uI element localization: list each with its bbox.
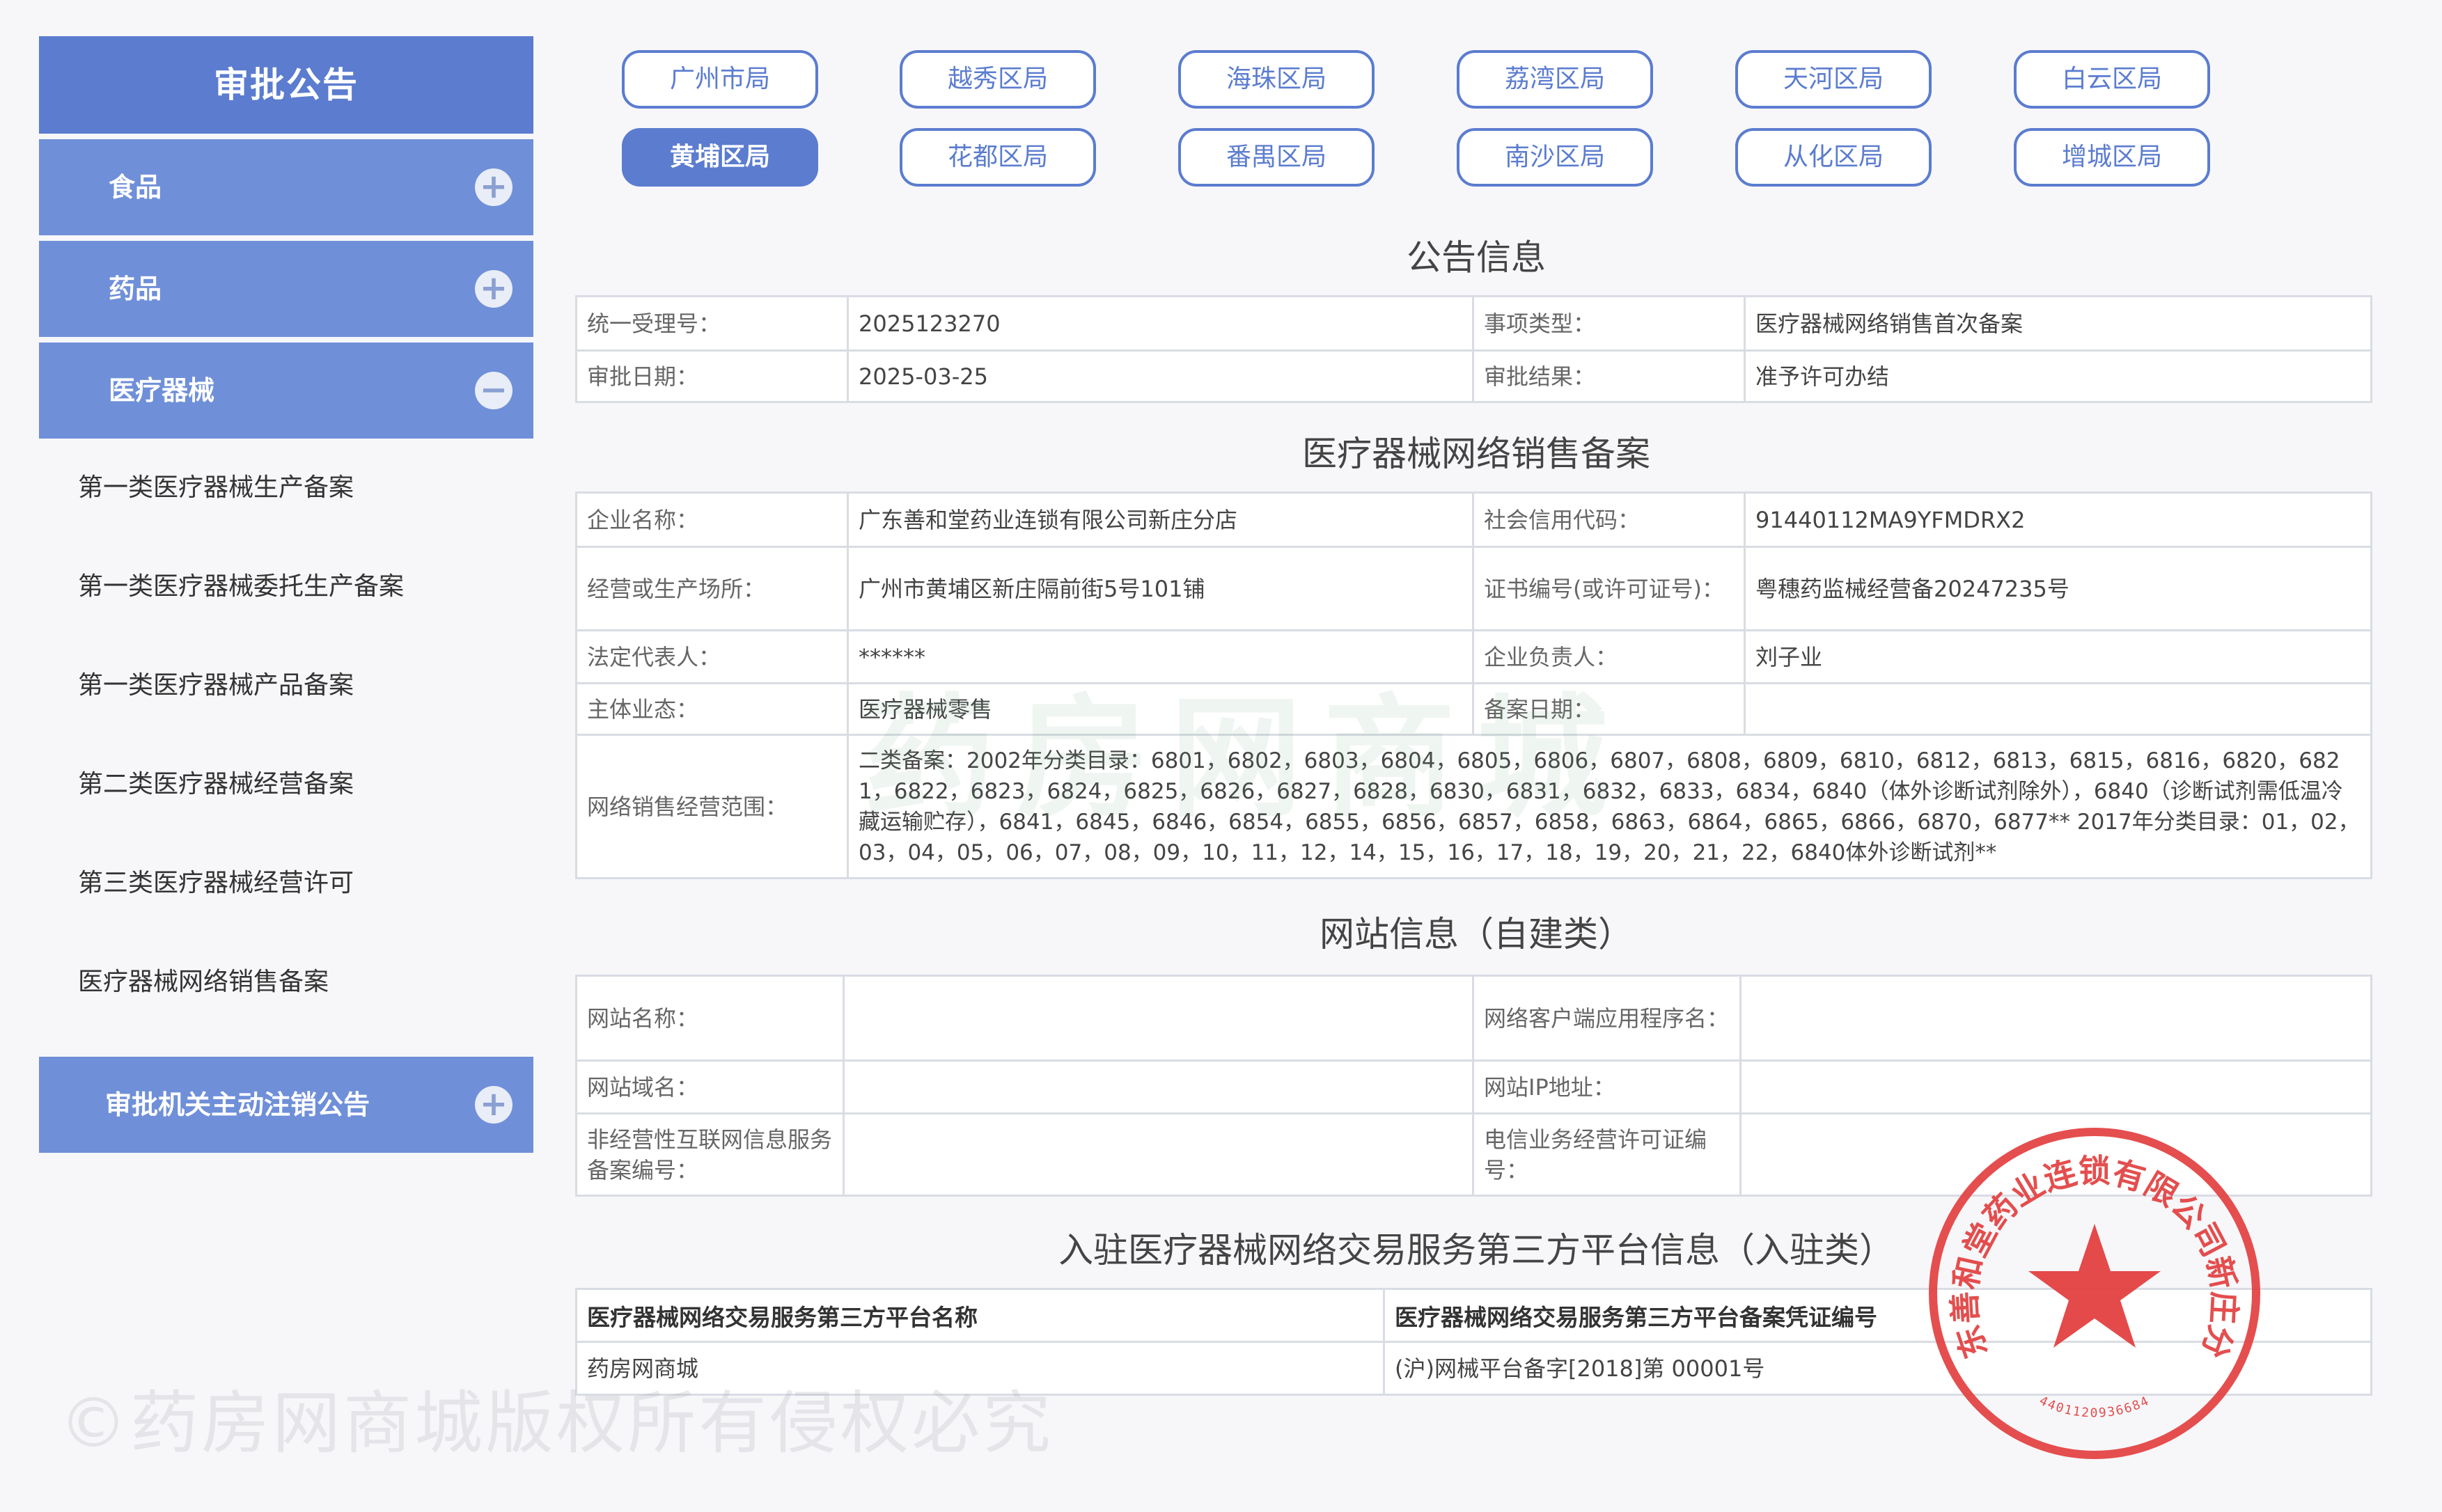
announcement-table: 统一受理号： 2025123270 事项类型： 医疗器械网络销售首次备案 审批日…	[575, 295, 2372, 403]
region-button-tianhe[interactable]: 天河区局	[1735, 50, 1932, 109]
value-approval-date: 2025-03-25	[847, 349, 1474, 403]
label-cert-no: 证书编号(或许可证号)：	[1472, 546, 1746, 631]
label-site-domain: 网站域名：	[575, 1060, 845, 1115]
expand-plus-icon[interactable]: +	[475, 1086, 512, 1124]
sidebar-category-label: 医疗器械	[109, 375, 215, 406]
value-site-name	[843, 975, 1474, 1062]
sidebar-category-medical-device[interactable]: 医疗器械 −	[39, 342, 533, 439]
label-approval-date: 审批日期：	[575, 349, 849, 403]
svg-text:4401120936684: 4401120936684	[2037, 1394, 2152, 1421]
label-telecom-license: 电信业务经营许可证编号：	[1472, 1112, 1742, 1197]
label-item-type: 事项类型：	[1472, 295, 1746, 352]
sidebar-subitem-class1-entrusted[interactable]: 第一类医疗器械委托生产备案	[39, 537, 533, 636]
label-accept-no: 统一受理号：	[575, 295, 849, 352]
label-site-ip: 网站IP地址：	[1472, 1060, 1742, 1115]
region-button-panyu[interactable]: 番禺区局	[1178, 128, 1375, 187]
value-item-type: 医疗器械网络销售首次备案	[1744, 295, 2372, 352]
sidebar-category-label: 食品	[109, 172, 162, 203]
region-button-nansha[interactable]: 南沙区局	[1457, 128, 1653, 187]
value-site-domain	[843, 1060, 1474, 1115]
value-approval-result: 准予许可办结	[1744, 349, 2372, 403]
label-icp-no: 非经营性互联网信息服务备案编号：	[575, 1112, 845, 1197]
section-title-website: 网站信息（自建类）	[1320, 914, 1633, 954]
sidebar-category-drug[interactable]: 药品 +	[39, 241, 533, 337]
header-platform-name: 医疗器械网络交易服务第三方平台名称	[575, 1288, 1385, 1343]
label-legal-rep: 法定代表人：	[575, 629, 849, 684]
region-button-zengcheng[interactable]: 增城区局	[2014, 128, 2210, 187]
region-button-guangzhou[interactable]: 广州市局	[622, 50, 818, 109]
value-company: 广东善和堂药业连锁有限公司新庄分店	[847, 491, 1474, 548]
sidebar-subitem-class1-product[interactable]: 第一类医疗器械产品备案	[39, 636, 533, 735]
label-sales-scope: 网络销售经营范围：	[575, 734, 849, 879]
value-credit-code: 91440112MA9YFMDRX2	[1744, 491, 2372, 548]
sidebar-category-label: 药品	[109, 274, 162, 304]
region-button-huangpu[interactable]: 黄埔区局	[622, 128, 818, 187]
region-button-liwan[interactable]: 荔湾区局	[1457, 50, 1653, 109]
sidebar-category-food[interactable]: 食品 +	[39, 139, 533, 235]
sidebar-cancel-announcement[interactable]: 审批机关主动注销公告 +	[39, 1057, 533, 1153]
label-approval-result: 审批结果：	[1472, 349, 1746, 403]
value-address: 广州市黄埔区新庄隔前街5号101铺	[847, 546, 1474, 631]
sidebar-subitem-class1-production[interactable]: 第一类医疗器械生产备案	[39, 439, 533, 537]
value-icp-no	[843, 1112, 1474, 1197]
sidebar-subitem-online-sales[interactable]: 医疗器械网络销售备案	[39, 933, 533, 1032]
label-site-name: 网站名称：	[575, 975, 845, 1062]
value-site-ip	[1739, 1060, 2372, 1115]
value-accept-no: 2025123270	[847, 295, 1474, 352]
sidebar-title: 审批公告	[39, 36, 533, 134]
value-filing-date	[1744, 682, 2372, 736]
label-address: 经营或生产场所：	[575, 546, 849, 631]
label-credit-code: 社会信用代码：	[1472, 491, 1746, 548]
sidebar: 审批公告 食品 + 药品 + 医疗器械 − 第一类医疗器械生产备案 第一类医疗器…	[39, 36, 533, 1153]
region-button-conghua[interactable]: 从化区局	[1735, 128, 1932, 187]
company-seal-stamp: 广东善和堂药业连锁有限公司新庄分店 4401120936684	[1920, 1119, 2260, 1459]
expand-plus-icon[interactable]: +	[475, 168, 512, 206]
region-button-huadu[interactable]: 花都区局	[900, 128, 1096, 187]
region-button-baiyun[interactable]: 白云区局	[2014, 50, 2210, 109]
label-business-form: 主体业态：	[575, 682, 849, 736]
expand-plus-icon[interactable]: +	[475, 270, 512, 308]
section-title-filing: 医疗器械网络销售备案	[1302, 434, 1650, 474]
sidebar-subitem-class2-operation[interactable]: 第二类医疗器械经营备案	[39, 735, 533, 834]
section-title-announcement: 公告信息	[1407, 237, 1546, 278]
value-app-name	[1739, 975, 2372, 1062]
collapse-minus-icon[interactable]: −	[475, 372, 512, 409]
region-button-haizhu[interactable]: 海珠区局	[1178, 50, 1375, 109]
sidebar-category-label: 审批机关主动注销公告	[105, 1089, 370, 1120]
watermark-logo: 药房网商城	[863, 682, 1630, 835]
sidebar-subitem-class3-license[interactable]: 第三类医疗器械经营许可	[39, 834, 533, 933]
label-app-name: 网络客户端应用程序名：	[1472, 975, 1742, 1062]
label-company: 企业名称：	[575, 491, 849, 548]
value-manager: 刘子业	[1744, 629, 2372, 684]
watermark-copyright: ©药房网商城版权所有侵权必究	[59, 1384, 1054, 1463]
region-button-yuexiu[interactable]: 越秀区局	[900, 50, 1096, 109]
section-title-platform: 入驻医疗器械网络交易服务第三方平台信息（入驻类）	[1058, 1230, 1894, 1270]
value-cert-no: 粤穗药监械经营备20247235号	[1744, 546, 2372, 631]
